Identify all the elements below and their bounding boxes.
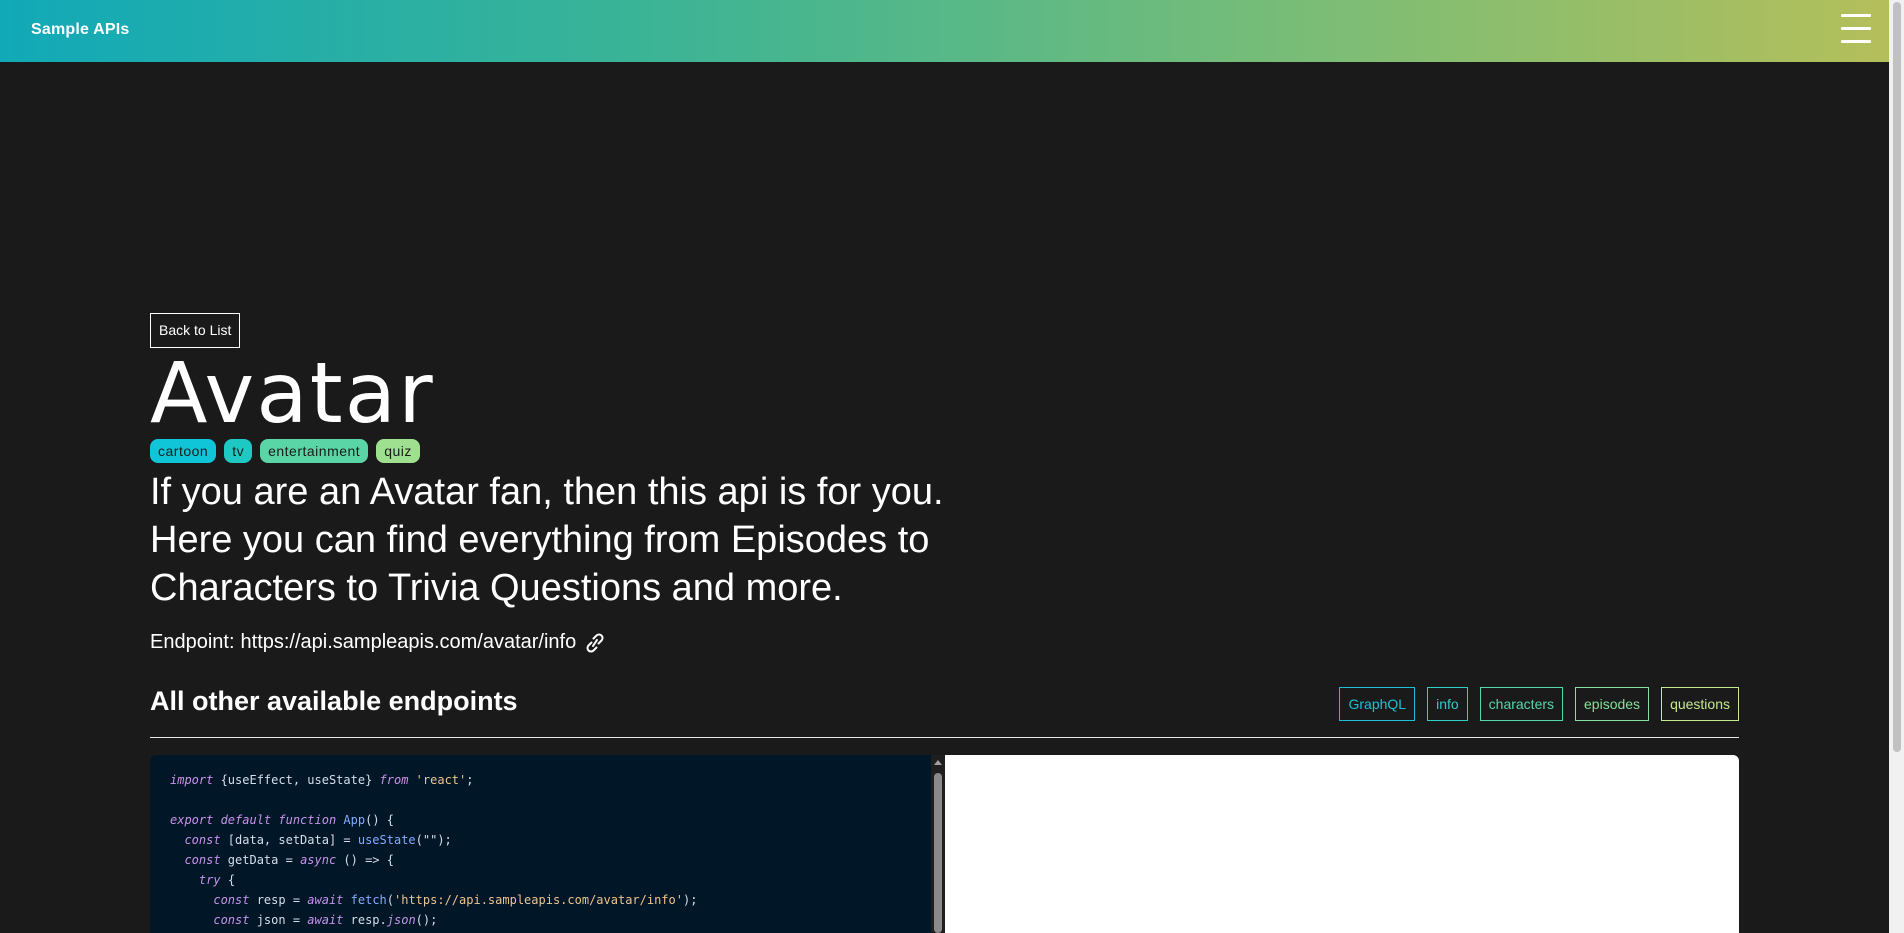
top-navbar: Sample APIs xyxy=(0,0,1889,62)
code-block[interactable]: import {useEffect, useState} from 'react… xyxy=(150,755,931,933)
endpoint-links: GraphQL info characters episodes questio… xyxy=(1339,687,1739,721)
hamburger-menu-icon[interactable] xyxy=(1841,14,1871,46)
api-description: If you are an Avatar fan, then this api … xyxy=(150,471,944,609)
tag-cartoon: cartoon xyxy=(150,439,217,463)
preview-panel xyxy=(945,755,1739,933)
endpoint-row: Endpoint: https://api.sampleapis.com/ava… xyxy=(150,631,608,654)
section-title: All other available endpoints xyxy=(150,686,518,716)
code-scrollbar-thumb[interactable] xyxy=(934,773,942,933)
endpoint-link-info[interactable]: info xyxy=(1427,687,1468,721)
scroll-up-arrow-icon[interactable] xyxy=(934,760,942,765)
page-title: Avatar xyxy=(150,344,435,442)
tag-entertainment: entertainment xyxy=(260,439,369,463)
code-editor[interactable]: import {useEffect, useState} from 'react… xyxy=(150,755,931,933)
endpoint-link-characters[interactable]: characters xyxy=(1479,687,1564,721)
section-divider xyxy=(150,737,1739,738)
link-icon[interactable] xyxy=(582,632,608,654)
back-to-list-button[interactable]: Back to List xyxy=(150,313,241,348)
endpoint-link-graphql[interactable]: GraphQL xyxy=(1339,687,1416,721)
page-scrollbar[interactable] xyxy=(1889,0,1904,933)
code-scrollbar[interactable] xyxy=(931,755,945,933)
endpoint-url: https://api.sampleapis.com/avatar/info xyxy=(240,631,577,653)
endpoint-link-questions[interactable]: questions xyxy=(1661,687,1739,721)
endpoint-label: Endpoint: xyxy=(150,631,235,653)
tag-tv: tv xyxy=(224,439,253,463)
brand-link[interactable]: Sample APIs xyxy=(31,21,130,39)
tag-list: cartoon tv entertainment quiz xyxy=(150,439,420,463)
endpoint-link-episodes[interactable]: episodes xyxy=(1575,687,1650,721)
tag-quiz: quiz xyxy=(376,439,420,463)
page-scrollbar-thumb[interactable] xyxy=(1893,2,1901,752)
